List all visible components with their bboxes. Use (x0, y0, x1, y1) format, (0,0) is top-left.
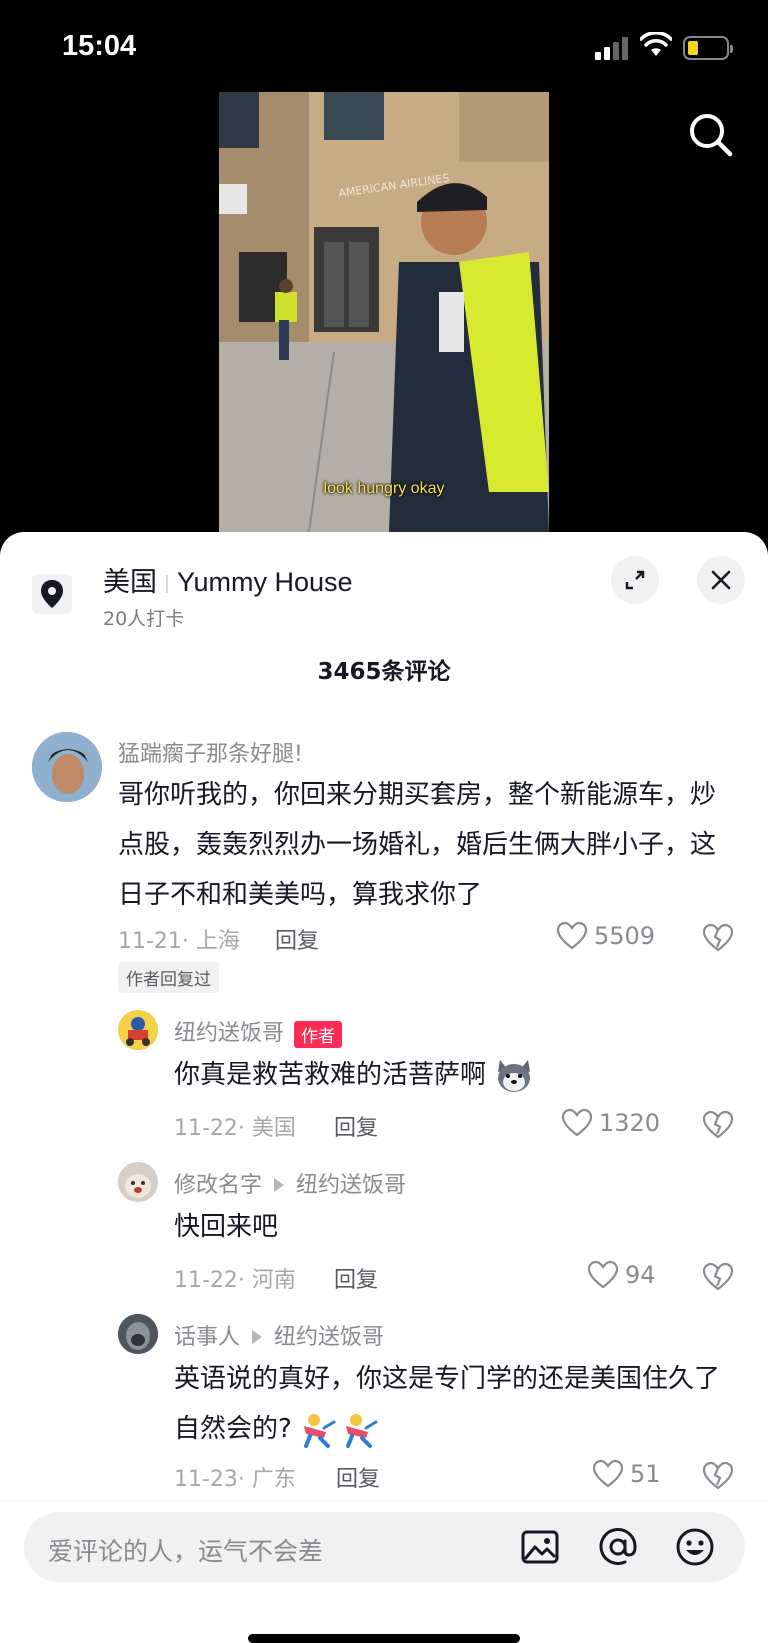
avatar[interactable] (118, 1162, 158, 1202)
emoji-icon[interactable] (675, 1527, 715, 1567)
comment-text: 哥你听我的，你回来分期买套房，整个新能源车，炒点股，轰轰烈烈办一场婚礼，婚后生俩… (118, 780, 717, 910)
broken-heart-icon[interactable] (702, 1262, 734, 1292)
avatar-image (118, 1010, 158, 1050)
heart-icon (561, 1108, 593, 1137)
location-country: 美国 (103, 567, 157, 598)
husky-emoji-icon (498, 1059, 531, 1092)
comment-text: 快回来吧 (174, 1212, 279, 1242)
video-player[interactable]: AMERICAN AIRLINES look hungry okay (219, 92, 549, 532)
comment-sheet: 美国 Yummy House 20人打卡 3465条评论 猛踹瘸子那条好腿! 哥你… (0, 532, 768, 1643)
avatar-image (118, 1314, 158, 1354)
location-checkins: 20人打卡 (103, 608, 185, 630)
reply-to: 纽约送饭哥 (296, 1173, 407, 1198)
status-bar: 15:04 (0, 0, 768, 90)
author-name: 纽约送饭哥 (174, 1021, 285, 1046)
like-button[interactable]: 1320 (561, 1108, 660, 1138)
broken-heart-icon[interactable] (702, 1461, 734, 1491)
reply-button[interactable]: 回复 (334, 1110, 378, 1142)
location-name: Yummy House (177, 567, 353, 597)
heart-icon (587, 1260, 619, 1289)
avatar-image (32, 732, 102, 802)
reply-button[interactable]: 回复 (336, 1461, 380, 1493)
expand-icon (625, 570, 645, 590)
expand-button[interactable] (611, 556, 659, 604)
search-icon (690, 114, 733, 157)
close-button[interactable] (697, 556, 745, 604)
location-separator (166, 574, 168, 593)
comment-count-title: 3465条评论 (317, 659, 451, 685)
comment-text-content: 你真是救苦救难的活菩萨啊 (174, 1060, 487, 1090)
comment-username[interactable]: 纽约送饭哥 作者 (174, 1015, 343, 1048)
comment-username[interactable]: 话事人 纽约送饭哥 (174, 1319, 384, 1351)
reply-author: 修改名字 (174, 1173, 263, 1198)
reply-arrow-icon (252, 1330, 263, 1344)
comment-username[interactable]: 猛踹瘸子那条好腿! (118, 736, 303, 768)
video-caption: look hungry okay (323, 480, 445, 497)
comment-username[interactable]: 修改名字 纽约送饭哥 (174, 1167, 406, 1199)
search-button[interactable] (686, 110, 736, 160)
like-button[interactable]: 94 (587, 1260, 656, 1290)
input-divider (0, 1500, 768, 1501)
location-pin-icon (41, 580, 63, 608)
avatar[interactable] (118, 1010, 158, 1050)
avatar[interactable] (32, 732, 102, 802)
reply-author: 话事人 (174, 1325, 241, 1350)
status-time: 15:04 (62, 30, 137, 62)
signal-icon (595, 36, 631, 60)
reply-button[interactable]: 回复 (334, 1262, 378, 1294)
location-badge[interactable] (32, 574, 72, 614)
comment-input-bar[interactable]: 爱评论的人，运气不会差 (24, 1512, 745, 1582)
author-replied-tag: 作者回复过 (118, 962, 219, 993)
like-button[interactable]: 51 (592, 1459, 661, 1489)
like-count: 5509 (594, 922, 656, 950)
broken-heart-icon[interactable] (702, 1110, 734, 1140)
comment-text: 英语说的真好，你这是专门学的还是美国住久了自然会的? (174, 1354, 734, 1454)
home-indicator (248, 1634, 520, 1643)
like-count: 51 (630, 1460, 661, 1488)
comment-meta: 11-22· 美国 (174, 1116, 296, 1141)
reply-to: 纽约送饭哥 (274, 1325, 385, 1350)
reply-arrow-icon (274, 1178, 285, 1192)
location-title[interactable]: 美国 Yummy House (103, 560, 353, 599)
comment-meta: 11-22· 河南 (174, 1268, 296, 1293)
comment-text: 你真是救苦救难的活菩萨啊 (174, 1050, 734, 1100)
comment-meta: 11-23· 广东 (174, 1467, 296, 1492)
wifi-icon (640, 32, 672, 56)
comment-meta: 11-21· 上海 (118, 929, 240, 954)
broken-heart-icon[interactable] (702, 923, 734, 953)
at-icon[interactable] (598, 1527, 638, 1567)
battery-icon (683, 36, 733, 60)
like-count: 94 (625, 1261, 656, 1289)
video-frame: AMERICAN AIRLINES (219, 92, 549, 532)
close-icon (711, 570, 731, 590)
comment-input[interactable]: 爱评论的人，运气不会差 (48, 1532, 323, 1568)
like-button[interactable]: 5509 (556, 921, 655, 951)
avatar[interactable] (118, 1314, 158, 1354)
like-count: 1320 (599, 1109, 661, 1137)
reply-button[interactable]: 回复 (275, 923, 319, 955)
heart-icon (556, 921, 588, 950)
comment-text-content: 英语说的真好，你这是专门学的还是美国住久了自然会的? (174, 1364, 721, 1444)
image-icon[interactable] (520, 1527, 560, 1567)
author-badge: 作者 (294, 1020, 343, 1048)
heart-icon (592, 1459, 624, 1488)
dance-emoji-icon (304, 1413, 378, 1448)
avatar-image (118, 1162, 158, 1202)
